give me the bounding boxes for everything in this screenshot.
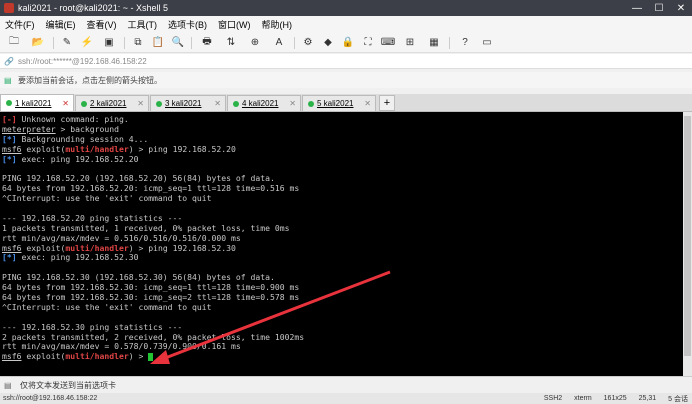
address-bar[interactable]: 🔗 ssh://root:******@192.168.46.158:22 [0,54,692,69]
menu-tools[interactable]: 工具(T) [128,18,158,31]
close-button[interactable]: ✕ [670,3,692,14]
toolbar: 🗀 📂 ✎ ⚡ ▣ ⧉ 📋 🔍 🖶 ⇅ ⊕ A ⚙ ◆ 🔒 ⛶ ⌨ ⊞ ▦ ? … [0,33,692,53]
window-title: kali2021 - root@kali2021: ~ - Xshell 5 [18,3,168,13]
connected-status-icon [156,100,162,107]
close-tab-icon[interactable]: ✕ [62,99,69,108]
terminal-line: [*] exec: ping 192.168.52.30 [2,252,139,263]
tile-icon[interactable]: ▦ [425,36,443,50]
info-marker: [*] [2,153,17,164]
tab-label[interactable]: 5 kali2021 [317,99,353,108]
send-text-placeholder[interactable]: 仅将文本发送到当前选项卡 [20,380,116,391]
open-folder-icon[interactable]: 📂 [29,36,47,50]
xftp-icon[interactable]: ◆ [321,36,335,50]
new-tab-button[interactable]: + [379,95,395,111]
terminal-output[interactable]: [-] Unknown command: ping. meterpreter >… [0,112,683,376]
tab-label[interactable]: 4 kali2021 [242,99,278,108]
session-hint-text: 要添加当前会话，点击左侧的箭头按钮。 [18,75,162,85]
keyboard-icon[interactable]: ⌨ [381,36,395,50]
connected-status-icon [308,100,314,107]
tab-2[interactable]: 2 kali2021 ✕ [75,95,149,111]
title-bar: kali2021 - root@kali2021: ~ - Xshell 5 —… [0,0,692,16]
link-icon: 🔗 [4,56,14,66]
transfer-icon[interactable]: ⇅ [222,36,240,50]
status-protocol: SSH2 [543,395,563,402]
disconnect-icon[interactable]: ⚡ [80,36,94,50]
toolbar-separator [124,36,125,49]
properties-icon[interactable]: ▣ [100,36,118,50]
fullscreen-icon[interactable]: ⛶ [361,36,375,50]
status-sessions: 5 会话 [668,395,688,403]
layout-icon[interactable]: ⊞ [401,36,419,50]
terminal-line: ^CInterrupt: use the 'exit' command to q… [2,301,212,312]
tab-5[interactable]: 5 kali2021 ✕ [302,95,376,111]
script-icon[interactable]: ⚙ [301,36,315,50]
globe-icon[interactable]: ⊕ [246,36,264,50]
tab-label[interactable]: 1 kali2021 [15,99,51,108]
msf-prompt: msf6 [2,242,22,253]
paste-icon[interactable]: 📋 [151,36,165,50]
minimize-button[interactable]: — [626,3,648,14]
chat-icon[interactable]: ▭ [480,36,494,50]
menu-help[interactable]: 帮助(H) [262,18,293,31]
pencil-icon[interactable]: ✎ [60,36,74,50]
toolbar-separator [449,36,450,49]
tab-1[interactable]: 1 kali2021 ✕ [0,94,74,111]
status-connection: ssh://root@192.168.46.158:22 [3,395,98,402]
status-size: 161x25 [603,395,627,402]
info-marker: [*] [2,133,17,144]
toolbar-separator [191,36,192,49]
menu-bar: 文件(F) 编辑(E) 查看(V) 工具(T) 选项卡(B) 窗口(W) 帮助(… [0,16,692,33]
tab-4[interactable]: 4 kali2021 ✕ [227,95,301,111]
add-session-icon[interactable]: ▤ [4,76,14,85]
menu-file[interactable]: 文件(F) [5,18,35,31]
session-address[interactable]: ssh://root:******@192.168.46.158:22 [18,57,147,66]
menu-view[interactable]: 查看(V) [87,18,117,31]
terminal-cursor[interactable] [148,352,154,361]
meterpreter-prompt: meterpreter [2,123,56,134]
terminal-line: ^CInterrupt: use the 'exit' command to q… [2,193,212,204]
status-cursor-pos: 25,31 [638,395,657,402]
menu-tabs[interactable]: 选项卡(B) [168,18,207,31]
status-terminal-type: xterm [574,395,592,402]
menu-window[interactable]: 窗口(W) [218,18,251,31]
tab-label[interactable]: 2 kali2021 [90,99,126,108]
terminal-line: msf6 exploit(multi/handler) > [2,351,683,362]
toolbar-separator [294,36,295,49]
session-tabs: 1 kali2021 ✕ 2 kali2021 ✕ 3 kali2021 ✕ 4… [0,94,692,112]
copy-icon[interactable]: ⧉ [131,36,145,50]
font-icon[interactable]: A [270,36,288,50]
close-tab-icon[interactable]: ✕ [289,99,296,108]
info-marker: [*] [2,252,17,263]
search-icon[interactable]: 🔍 [171,36,185,50]
tab-3[interactable]: 3 kali2021 ✕ [150,95,226,111]
terminal-scrollbar[interactable] [683,112,692,376]
scrollbar-thumb[interactable] [684,116,691,356]
close-tab-icon[interactable]: ✕ [364,99,371,108]
msf-prompt: msf6 [2,351,22,362]
xshell-logo-icon [4,3,14,13]
tab-label[interactable]: 3 kali2021 [165,99,201,108]
module-name: multi/handler [65,351,129,362]
toolbar-separator [53,36,54,49]
connected-status-icon [233,100,239,107]
help-icon[interactable]: ? [456,36,474,50]
session-hint-bar: ▤ 要添加当前会话，点击左侧的箭头按钮。 [0,72,692,88]
connected-status-icon [81,100,87,107]
send-text-bar[interactable]: ▤ 仅将文本发送到当前选项卡 [0,376,692,394]
close-tab-icon[interactable]: ✕ [137,99,144,108]
msf-prompt: msf6 [2,143,22,154]
close-tab-icon[interactable]: ✕ [214,99,221,108]
status-bar: ssh://root@192.168.46.158:22 SSH2 xterm … [0,393,692,404]
print-icon[interactable]: 🖶 [198,36,216,50]
new-session-icon[interactable]: 🗀 [5,36,23,50]
connected-status-icon [6,100,12,106]
error-marker: [-] [2,114,17,124]
module-name: multi/handler [65,143,129,154]
module-name: multi/handler [65,242,129,253]
menu-edit[interactable]: 编辑(E) [46,18,76,31]
terminal-line: [*] exec: ping 192.168.52.20 [2,153,139,164]
lock-icon[interactable]: 🔒 [341,36,355,50]
maximize-button[interactable]: ☐ [648,3,670,14]
compose-icon[interactable]: ▤ [4,381,14,390]
